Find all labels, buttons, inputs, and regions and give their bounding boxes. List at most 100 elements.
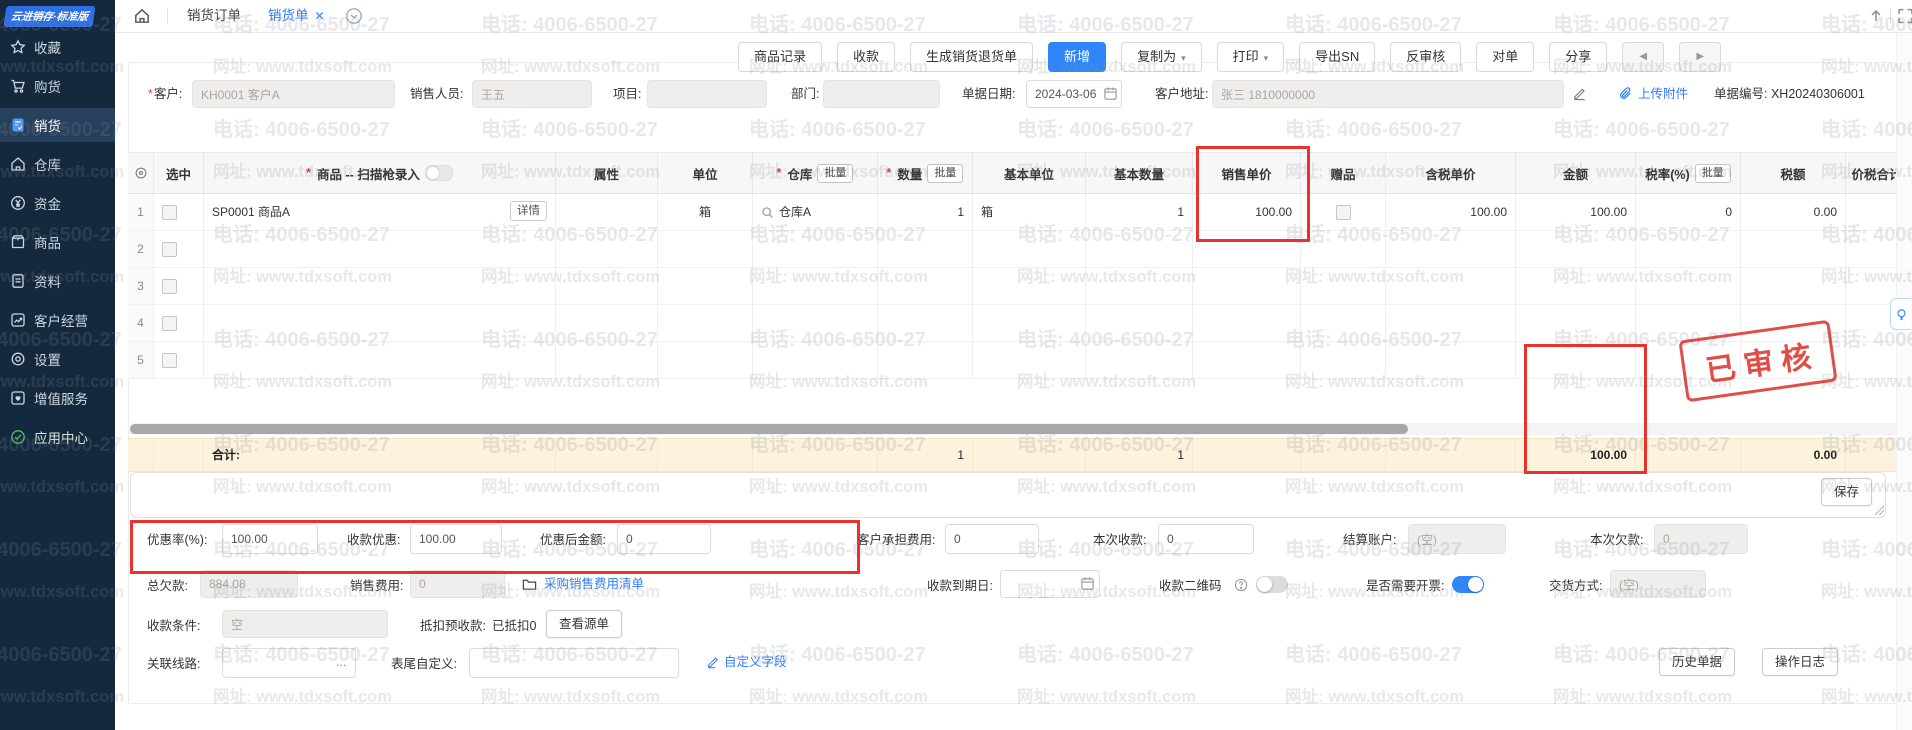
cell-product xyxy=(204,342,556,379)
sidebar-item-sales[interactable]: 销货 xyxy=(0,108,115,142)
table-row: 2 xyxy=(128,231,1908,268)
cell-base_qty: 1 xyxy=(1086,194,1193,231)
sidebar-item-appcenter[interactable]: 应用中心 xyxy=(0,420,115,454)
scrollbar-thumb[interactable] xyxy=(130,424,1408,434)
upload-attachment-link[interactable]: 上传附件 xyxy=(1638,80,1688,108)
sidebar-item-vas[interactable]: 增值服务 xyxy=(0,381,115,415)
custom-field-link[interactable]: 自定义字段 xyxy=(724,648,787,676)
app-logo-badge: 云进销存·标准版 xyxy=(4,6,96,27)
horizontal-scrollbar[interactable] xyxy=(128,423,1908,435)
sidebar-item-customer[interactable]: 客户经营 xyxy=(0,303,115,337)
batch-button[interactable]: 批量 xyxy=(1695,164,1731,183)
this-payment-field[interactable] xyxy=(1158,524,1254,554)
operation-log-button[interactable]: 操作日志 xyxy=(1762,648,1838,676)
this-payment-label: 本次收款: xyxy=(1093,526,1146,554)
receive-payment-button[interactable]: 收款 xyxy=(837,42,895,72)
window-scrollbar-strip[interactable] xyxy=(1896,33,1912,730)
cell-product xyxy=(204,268,556,305)
print-button[interactable]: 打印▾ xyxy=(1217,42,1285,72)
tab-list-chevron-circle-icon[interactable] xyxy=(345,7,363,25)
footer-custom-field[interactable] xyxy=(469,648,679,678)
assistant-widget[interactable] xyxy=(1890,298,1911,330)
sidebar-item-data[interactable]: 资料 xyxy=(0,264,115,298)
cell-amount xyxy=(1516,305,1636,342)
cell-gift xyxy=(1301,305,1386,342)
view-source-button[interactable]: 查看源单 xyxy=(546,610,622,638)
share-button[interactable]: 分享 xyxy=(1549,42,1607,72)
cell-tax_rate: 0 xyxy=(1636,194,1741,231)
sidebar-item-label: 应用中心 xyxy=(34,427,88,447)
fee-list-link[interactable]: 采购销售费用清单 xyxy=(544,570,644,598)
sidebar-item-favorites[interactable]: 收藏 xyxy=(0,30,115,64)
row-select-checkbox[interactable] xyxy=(162,205,177,220)
paperclip-icon[interactable] xyxy=(1618,86,1633,101)
scroll-top-icon[interactable] xyxy=(1868,7,1884,25)
copy-as-button[interactable]: 复制为▾ xyxy=(1121,42,1202,72)
row-select-checkbox[interactable] xyxy=(162,316,177,331)
sales-fee-label: 销售费用: xyxy=(350,572,403,600)
un-audit-button[interactable]: 反审核 xyxy=(1390,42,1461,72)
cell-base_qty xyxy=(1086,231,1193,268)
next-button[interactable]: ▶ xyxy=(1679,42,1721,72)
row-select-checkbox[interactable] xyxy=(162,353,177,368)
batch-button[interactable]: 批量 xyxy=(927,164,963,183)
close-icon[interactable]: ✕ xyxy=(315,9,325,23)
sidebar-item-purchase[interactable]: 购货 xyxy=(0,69,115,103)
fullscreen-icon[interactable] xyxy=(1897,7,1912,25)
goods-icon xyxy=(10,234,26,250)
sidebar-item-settings[interactable]: 设置 xyxy=(0,342,115,376)
sidebar-item-label: 资料 xyxy=(34,271,61,291)
folder-icon[interactable] xyxy=(522,577,537,592)
sidebar-item-warehouse[interactable]: 仓库 xyxy=(0,147,115,181)
calendar-icon[interactable] xyxy=(1103,86,1118,101)
customer-fee-field[interactable] xyxy=(945,524,1039,554)
product-record-button[interactable]: 商品记录 xyxy=(738,42,822,72)
payment-discount-field[interactable] xyxy=(410,524,502,554)
export-sn-button[interactable]: 导出SN xyxy=(1299,42,1375,72)
total-base_qty: 1 xyxy=(1086,439,1193,471)
edit-address-pencil-icon[interactable] xyxy=(1572,86,1587,101)
cell-gift xyxy=(1301,194,1386,231)
salesperson-field xyxy=(472,80,592,108)
remarks-textarea[interactable] xyxy=(130,472,1886,518)
create-sales-return-button[interactable]: 生成销货退货单 xyxy=(910,42,1033,72)
add-new-button[interactable]: 新增 xyxy=(1048,42,1106,72)
tab-sales-bill[interactable]: 销货单✕ xyxy=(268,0,325,32)
customer-field xyxy=(192,80,395,108)
batch-button[interactable]: 批量 xyxy=(817,164,853,183)
after-discount-field[interactable] xyxy=(617,524,711,554)
row-select-checkbox[interactable] xyxy=(162,242,177,257)
cell-unit: 箱 xyxy=(658,194,753,231)
prev-button[interactable]: ◀ xyxy=(1622,42,1664,72)
qr-code-toggle[interactable] xyxy=(1256,576,1288,593)
cell-attr xyxy=(556,268,658,305)
need-invoice-toggle[interactable] xyxy=(1452,576,1484,593)
detail-button[interactable]: 详情 xyxy=(510,201,547,221)
tab-sales-order[interactable]: 销货订单 xyxy=(187,0,241,32)
cell-rowno: 5 xyxy=(128,342,154,379)
scanner-input-toggle[interactable] xyxy=(425,165,453,181)
cell-unit xyxy=(658,231,753,268)
cell-gift xyxy=(1301,342,1386,379)
delivery-method-label: 交货方式: xyxy=(1549,572,1602,600)
check-bill-button[interactable]: 对单 xyxy=(1476,42,1534,72)
col-settings-icon[interactable] xyxy=(134,166,148,180)
totals-row: 合计:11100.000.00 xyxy=(128,438,1908,472)
gift-checkbox[interactable] xyxy=(1336,205,1351,220)
sidebar-item-funds[interactable]: 资金 xyxy=(0,186,115,220)
question-circle-icon[interactable] xyxy=(1234,578,1248,592)
cell-tax_price xyxy=(1386,305,1516,342)
custom-field-pencil-icon[interactable] xyxy=(706,655,720,669)
doc-no: 单据编号: XH20240306001 xyxy=(1714,80,1865,108)
discount-rate-field[interactable] xyxy=(222,524,318,554)
row-select-checkbox[interactable] xyxy=(162,279,177,294)
search-icon[interactable] xyxy=(761,206,774,219)
save-button[interactable]: 保存 xyxy=(1821,478,1872,506)
history-bills-button[interactable]: 历史单据 xyxy=(1659,648,1735,676)
route-more-icon[interactable]: ... xyxy=(336,648,346,676)
home-icon[interactable] xyxy=(133,7,151,25)
cell-qty xyxy=(878,305,973,342)
sidebar-item-label: 客户经营 xyxy=(34,310,88,330)
sidebar-item-goods[interactable]: 商品 xyxy=(0,225,115,259)
calendar-icon[interactable] xyxy=(1080,576,1095,591)
